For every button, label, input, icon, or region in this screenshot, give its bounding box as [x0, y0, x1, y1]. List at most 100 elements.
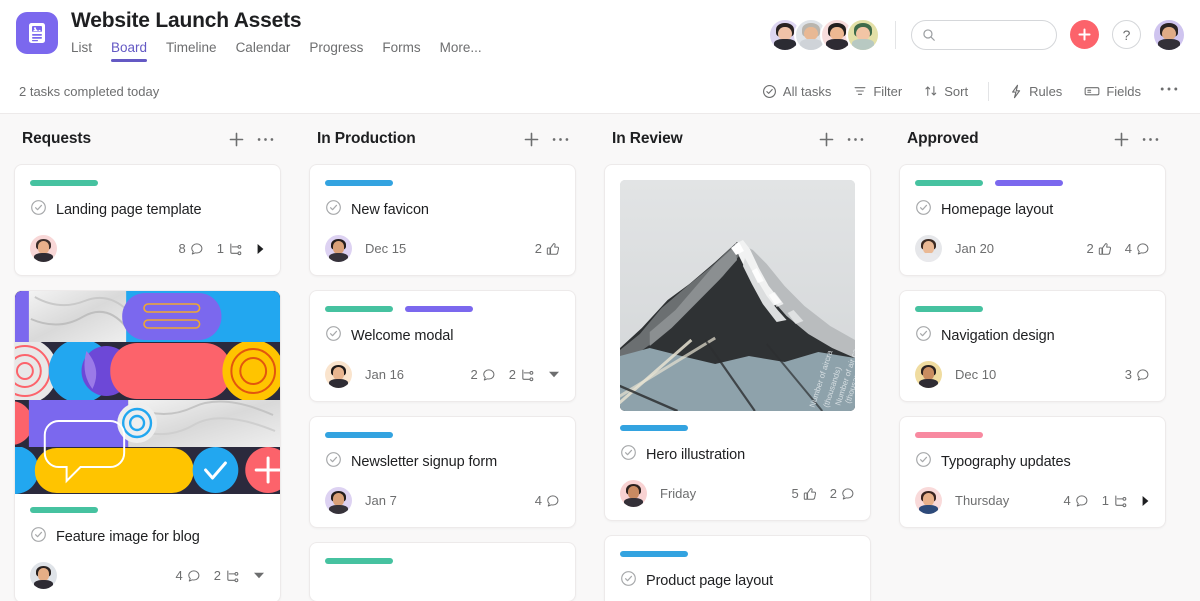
- tab-calendar[interactable]: Calendar: [236, 38, 291, 62]
- complete-task-icon[interactable]: [915, 451, 932, 473]
- assignee-avatar[interactable]: [915, 235, 942, 262]
- tag-blue: [620, 551, 688, 557]
- fields-label: Fields: [1106, 84, 1141, 99]
- board-column-in-review: In Review: [590, 114, 885, 601]
- comment-count: 8: [179, 241, 204, 256]
- expand-right-icon[interactable]: [1141, 495, 1150, 507]
- column-menu-icon[interactable]: [843, 127, 867, 151]
- card-footer: Dec 15 2: [325, 235, 560, 262]
- filter-button[interactable]: Filter: [842, 79, 913, 104]
- task-card[interactable]: New favicon Dec 15 2: [309, 164, 576, 276]
- fields-button[interactable]: Fields: [1073, 79, 1152, 104]
- tab-forms[interactable]: Forms: [382, 38, 420, 62]
- complete-task-icon[interactable]: [325, 451, 342, 473]
- collapse-down-icon[interactable]: [548, 370, 560, 379]
- tab-more[interactable]: More...: [440, 38, 482, 62]
- like-count: 5: [792, 486, 817, 501]
- avatar[interactable]: [846, 18, 880, 52]
- column-menu-icon[interactable]: [1138, 127, 1162, 151]
- comment-count: 2: [830, 486, 855, 501]
- kanban-board: Requests Landing page templ: [0, 114, 1200, 601]
- column-menu-icon[interactable]: [548, 127, 572, 151]
- column-title: In Review: [612, 130, 683, 148]
- task-card[interactable]: Welcome modal Jan 16 2: [309, 290, 576, 402]
- task-card[interactable]: [309, 542, 576, 601]
- assignee-avatar[interactable]: [325, 487, 352, 514]
- header-divider: [895, 21, 896, 49]
- tag-purple: [995, 180, 1063, 186]
- column-actions: [224, 127, 277, 151]
- card-footer: Friday 5 2: [620, 480, 855, 507]
- card-footer: Jan 16 2 2: [325, 361, 560, 388]
- search-box[interactable]: [911, 20, 1057, 50]
- assignee-avatar[interactable]: [915, 361, 942, 388]
- tab-list[interactable]: List: [71, 38, 92, 62]
- complete-task-icon[interactable]: [325, 325, 342, 347]
- comment-icon: [1075, 494, 1089, 508]
- thumbs-up-icon: [803, 487, 817, 501]
- card-tags: [30, 507, 265, 513]
- lightning-bolt-icon: [1009, 84, 1023, 99]
- column-actions: [1109, 127, 1162, 151]
- task-card[interactable]: Newsletter signup form Jan 7 4: [309, 416, 576, 528]
- all-tasks-button[interactable]: All tasks: [751, 79, 842, 104]
- due-date: Jan 20: [955, 241, 994, 256]
- due-date: Jan 7: [365, 493, 397, 508]
- tab-timeline[interactable]: Timeline: [166, 38, 217, 62]
- add-card-icon[interactable]: [224, 127, 248, 151]
- task-card[interactable]: Homepage layout Jan 20 2: [899, 164, 1166, 276]
- tab-board[interactable]: Board: [111, 38, 147, 62]
- card-title-row: Product page layout: [620, 570, 855, 592]
- card-footer: 4 2: [30, 562, 265, 589]
- search-icon: [922, 28, 936, 42]
- assignee-avatar[interactable]: [915, 487, 942, 514]
- complete-task-icon[interactable]: [30, 526, 47, 548]
- like-count: 2: [1087, 241, 1112, 256]
- card-title: New favicon: [351, 201, 429, 220]
- member-avatar-group[interactable]: [768, 18, 880, 52]
- sort-label: Sort: [944, 84, 968, 99]
- task-card[interactable]: Navigation design Dec 10 3: [899, 290, 1166, 402]
- complete-task-icon[interactable]: [915, 325, 932, 347]
- complete-task-icon[interactable]: [915, 199, 932, 221]
- current-user-avatar[interactable]: [1154, 20, 1184, 50]
- assignee-avatar[interactable]: [30, 562, 57, 589]
- card-title-row: Navigation design: [915, 325, 1150, 347]
- add-card-icon[interactable]: [519, 127, 543, 151]
- card-title: Product page layout: [646, 572, 773, 591]
- sort-button[interactable]: Sort: [913, 79, 979, 104]
- assignee-avatar[interactable]: [30, 235, 57, 262]
- complete-task-icon[interactable]: [620, 444, 637, 466]
- column-menu-icon[interactable]: [253, 127, 277, 151]
- task-card[interactable]: Product page layout: [604, 535, 871, 601]
- assignee-avatar[interactable]: [325, 235, 352, 262]
- comment-icon: [190, 242, 204, 256]
- header-actions: ?: [768, 18, 1184, 52]
- board-toolbar: 2 tasks completed today All tasks Filter: [0, 69, 1200, 114]
- task-card[interactable]: Feature image for blog 4: [14, 290, 281, 601]
- complete-task-icon[interactable]: [325, 199, 342, 221]
- search-input[interactable]: [943, 28, 1046, 42]
- add-card-icon[interactable]: [1109, 127, 1133, 151]
- help-button[interactable]: ?: [1112, 20, 1141, 49]
- subtask-count: 2: [214, 568, 240, 583]
- toolbar-overflow-menu[interactable]: [1152, 83, 1184, 100]
- due-date: Dec 15: [365, 241, 406, 256]
- assignee-avatar[interactable]: [620, 480, 647, 507]
- comment-value: 2: [471, 367, 478, 382]
- card-footer: Jan 20 2 4: [915, 235, 1150, 262]
- project-logo-icon[interactable]: [16, 12, 58, 54]
- add-card-icon[interactable]: [814, 127, 838, 151]
- complete-task-icon[interactable]: [30, 199, 47, 221]
- task-card[interactable]: Landing page template 8: [14, 164, 281, 276]
- tab-progress[interactable]: Progress: [309, 38, 363, 62]
- task-card[interactable]: Typography updates Thursday 4: [899, 416, 1166, 528]
- rules-button[interactable]: Rules: [998, 79, 1073, 104]
- add-new-button[interactable]: [1070, 20, 1099, 49]
- complete-task-icon[interactable]: [620, 570, 637, 592]
- task-card[interactable]: Number of aircra (thousands) Number of a…: [604, 164, 871, 521]
- expand-right-icon[interactable]: [256, 243, 265, 255]
- collapse-down-icon[interactable]: [253, 571, 265, 580]
- card-cover-image: [15, 291, 280, 494]
- assignee-avatar[interactable]: [325, 361, 352, 388]
